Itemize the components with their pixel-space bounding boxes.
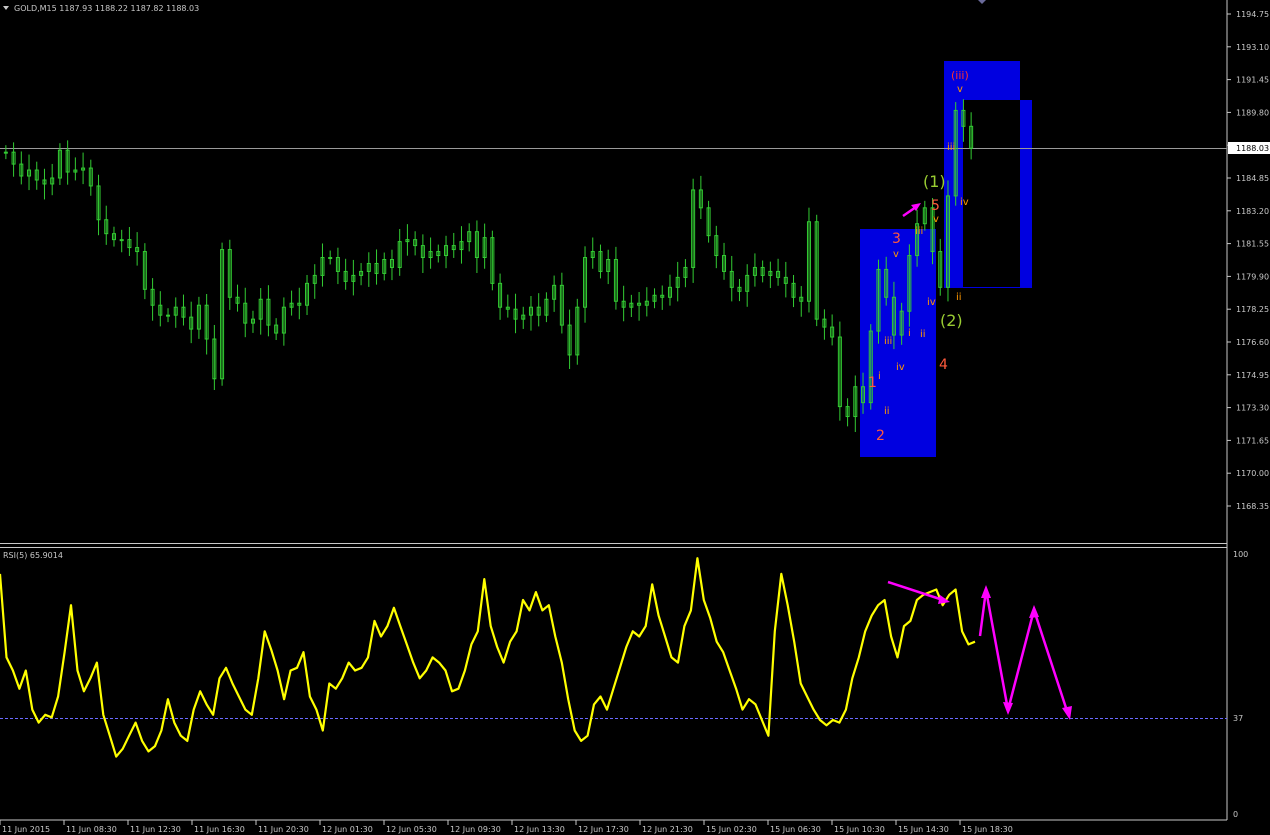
time-tick-label: 12 Jun 01:30 — [322, 825, 373, 834]
price-tick-label: 1173.30 — [1236, 404, 1269, 413]
wave-minute-b-iii: iii — [915, 226, 923, 237]
wave-minute-a-i: i — [878, 371, 881, 382]
rsi-level-100: 100 — [1233, 550, 1248, 559]
wave-minute-c-iv: iv — [960, 197, 969, 208]
time-tick-label: 15 Jun 18:30 — [962, 825, 1013, 834]
wave-minor-3: 3 — [892, 231, 901, 247]
candle-body — [166, 314, 171, 317]
wave-zone-iii-side — [1020, 100, 1032, 288]
wave-intermediate-1: (1) — [923, 172, 946, 191]
current-price-label: 1188.03 — [1236, 144, 1269, 153]
time-tick-label: 11 Jun 2015 — [2, 825, 50, 834]
time-tick-label: 12 Jun 09:30 — [450, 825, 501, 834]
wave-current-iii: (iii) — [951, 69, 969, 82]
price-tick-label: 1170.00 — [1236, 469, 1269, 478]
time-tick-label: 15 Jun 10:30 — [834, 825, 885, 834]
rsi-line — [0, 557, 976, 758]
candle-series — [3, 99, 974, 433]
time-tick-label: 11 Jun 20:30 — [258, 825, 309, 834]
candle-body — [3, 151, 8, 154]
wave-minute-b-ii: ii — [920, 329, 926, 340]
price-tick-label: 1193.10 — [1236, 43, 1269, 52]
price-tick-label: 1176.60 — [1236, 338, 1269, 347]
wave-minute-c-v: v — [957, 84, 963, 95]
wave-minor-4: 4 — [939, 357, 948, 373]
wave-minute-c-iii: iii — [947, 142, 955, 153]
time-tick-label: 11 Jun 16:30 — [194, 825, 245, 834]
triangle-down-icon[interactable] — [3, 6, 9, 10]
time-tick-label: 12 Jun 17:30 — [578, 825, 629, 834]
time-tick-label: 11 Jun 08:30 — [66, 825, 117, 834]
time-tick-label: 15 Jun 14:30 — [898, 825, 949, 834]
wave-intermediate-2: (2) — [940, 311, 963, 330]
price-tick-label: 1184.85 — [1236, 174, 1269, 183]
rsi-level-0: 0 — [1233, 810, 1238, 819]
rsi-level-37: 37 — [1233, 714, 1243, 723]
price-tick-label: 1179.90 — [1236, 272, 1269, 281]
scroll-marker-icon[interactable] — [978, 0, 986, 4]
wave-minute-a-ii: ii — [884, 406, 890, 417]
arrow-head-projection-3 — [1029, 605, 1039, 618]
wave-minor-2: 2 — [876, 428, 885, 444]
time-tick-label: 12 Jun 05:30 — [386, 825, 437, 834]
price-tick-label: 1171.65 — [1236, 436, 1269, 445]
price-tick-label: 1191.45 — [1236, 76, 1269, 85]
price-tick-label: 1168.35 — [1236, 502, 1269, 511]
candle-body — [328, 257, 333, 260]
price-tick-label: 1183.20 — [1236, 207, 1269, 216]
arrow-head-projection-4 — [1062, 706, 1072, 720]
wave-zone-impulse — [860, 229, 936, 457]
quote-text: GOLD,M15 1187.93 1188.22 1187.82 1188.03 — [14, 4, 199, 13]
time-tick-label: 11 Jun 12:30 — [130, 825, 181, 834]
chart-window[interactable]: GOLD,M15 1187.93 1188.22 1187.82 1188.03… — [0, 0, 1270, 835]
price-tick-label: 1174.95 — [1236, 371, 1269, 380]
price-tick-label: 1181.55 — [1236, 240, 1269, 249]
price-tick-label: 1194.75 — [1236, 10, 1269, 19]
rsi-projection-path — [978, 589, 1070, 715]
time-tick-label: 12 Jun 21:30 — [642, 825, 693, 834]
wave-minute-c-ii: ii — [956, 292, 962, 303]
wave-minute-a-iii: iii — [884, 336, 892, 347]
wave-minute-b-iv: iv — [927, 297, 936, 308]
price-tick-label: 1189.80 — [1236, 108, 1269, 117]
price-tick-label: 1178.25 — [1236, 305, 1269, 314]
arrow-head-projection-1 — [981, 585, 991, 598]
wave-minute-a-iv: iv — [896, 362, 905, 373]
time-tick-label: 12 Jun 13:30 — [514, 825, 565, 834]
candle-body — [119, 239, 124, 242]
wave-minute-b-v: v — [933, 214, 939, 225]
wave-minute-b-i: i — [908, 328, 911, 339]
time-tick-label: 15 Jun 06:30 — [770, 825, 821, 834]
wave-minor-5: 5 — [931, 198, 940, 214]
time-tick-label: 15 Jun 02:30 — [706, 825, 757, 834]
wave-minute-a-v: v — [893, 249, 899, 260]
wave-minor-1: 1 — [868, 375, 877, 391]
arrow-head-projection-2 — [1003, 702, 1013, 715]
rsi-label: RSI(5) 65.9014 — [3, 551, 63, 560]
